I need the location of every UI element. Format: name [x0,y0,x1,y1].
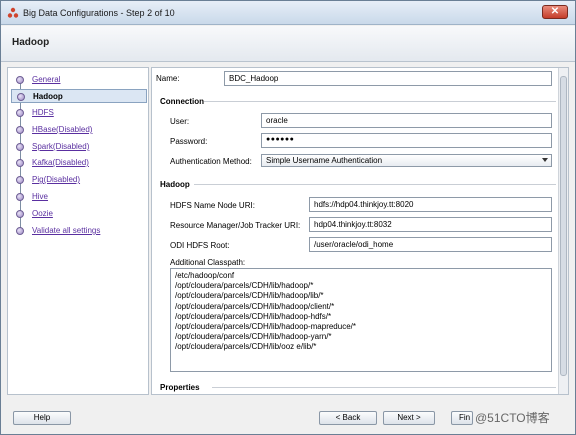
odi-hdfs-root-field[interactable]: /user/oracle/odi_home [309,237,552,252]
hadoop-section-title: Hadoop [160,180,190,189]
step-icon [16,76,24,84]
nav-item-label: Validate all settings [32,226,101,235]
nav-item-label: Hadoop [33,92,63,101]
app-icon [7,7,19,18]
step-icon [16,210,24,218]
resource-manager-label: Resource Manager/Job Tracker URI: [170,221,301,230]
page-header: Hadoop [1,26,575,62]
step-icon [16,193,24,201]
classpath-label: Additional Classpath: [170,258,246,267]
nav-item-label: General [32,75,61,84]
finish-button[interactable]: Fin [451,411,473,425]
classpath-line: /opt/cloudera/parcels/CDH/lib/hadoop/cli… [175,301,335,311]
nav-item-label: Pig(Disabled) [32,175,81,184]
classpath-line: /opt/cloudera/parcels/CDH/lib/hadoop-hdf… [175,311,332,321]
hadoop-divider [194,184,556,185]
resource-manager-field[interactable]: hdp04.thinkjoy.tt:8032 [309,217,552,232]
help-button[interactable]: Help [13,411,71,425]
scrollbar-thumb[interactable] [560,76,567,376]
nav-item-label: Kafka(Disabled) [32,158,89,167]
step-icon [16,176,24,184]
nav-item-label: Oozie [32,209,53,218]
nav-item-general[interactable]: General [11,73,147,87]
password-label: Password: [170,137,208,146]
step-icon [17,93,25,101]
auth-method-value: Simple Username Authentication [266,156,383,165]
step-icon [16,109,24,117]
connection-section-title: Connection [160,97,204,106]
classpath-line: /opt/cloudera/parcels/CDH/lib/hadoop-yar… [175,332,332,342]
auth-method-label: Authentication Method: [170,157,252,166]
window-title: Big Data Configurations - Step 2 of 10 [23,8,175,18]
password-field[interactable]: ●●●●●● [261,133,552,148]
nav-item-oozie[interactable]: Oozie [11,207,147,221]
auth-method-select[interactable]: Simple Username Authentication [261,154,552,167]
classpath-line: /opt/cloudera/parcels/CDH/lib/ooz e/lib/… [175,342,317,352]
classpath-line: /etc/hadoop/conf [175,271,235,280]
nav-item-label: Hive [32,192,49,201]
name-field[interactable]: BDC_Hadoop [224,71,552,86]
vertical-scrollbar[interactable] [558,68,568,394]
classpath-line: /opt/cloudera/parcels/CDH/lib/hadoop/lib… [175,291,324,301]
step-icon [16,143,24,151]
title-bar: Big Data Configurations - Step 2 of 10 ✕ [1,1,575,25]
nav-item-label: HBase(Disabled) [32,125,93,134]
nav-item-hadoop[interactable]: Hadoop [11,89,147,103]
connection-divider [204,101,556,102]
user-label: User: [170,117,190,126]
nav-item-hbase[interactable]: HBase(Disabled) [11,123,147,137]
classpath-textarea[interactable]: /etc/hadoop/conf /opt/cloudera/parcels/C… [170,268,552,372]
name-label: Name: [156,74,180,83]
properties-divider [212,387,556,388]
settings-panel: Name: BDC_Hadoop Connection User: oracle… [151,67,569,395]
page-title: Hadoop [12,37,50,48]
step-icon [16,227,24,235]
wizard-steps-nav: General Hadoop HDFS HBase(Disabled) Spar… [7,67,149,395]
nav-item-label: HDFS [32,108,54,117]
wizard-window: Big Data Configurations - Step 2 of 10 ✕… [0,0,576,435]
properties-section-title: Properties [160,383,200,392]
close-button[interactable]: ✕ [542,5,568,19]
watermark: @51CTO博客 [475,411,550,425]
step-icon [16,159,24,167]
nav-item-pig[interactable]: Pig(Disabled) [11,173,147,187]
nav-item-spark[interactable]: Spark(Disabled) [11,140,147,154]
close-icon: ✕ [550,6,560,17]
hdfs-uri-field[interactable]: hdfs://hdp04.thinkjoy.tt:8020 [309,197,552,212]
nav-item-validate[interactable]: Validate all settings [11,224,147,238]
nav-item-hive[interactable]: Hive [11,190,147,204]
nav-item-kafka[interactable]: Kafka(Disabled) [11,156,147,170]
hdfs-uri-label: HDFS Name Node URI: [170,201,255,210]
nav-item-label: Spark(Disabled) [32,142,90,151]
chevron-down-icon [542,158,548,162]
back-button[interactable]: < Back [319,411,377,425]
user-field[interactable]: oracle [261,113,552,128]
classpath-line: /opt/cloudera/parcels/CDH/lib/hadoop-map… [175,322,356,332]
odi-hdfs-root-label: ODI HDFS Root: [170,241,230,250]
classpath-line: /opt/cloudera/parcels/CDH/lib/hadoop/* [175,281,314,291]
step-icon [16,126,24,134]
nav-item-hdfs[interactable]: HDFS [11,106,147,120]
next-button[interactable]: Next > [383,411,435,425]
